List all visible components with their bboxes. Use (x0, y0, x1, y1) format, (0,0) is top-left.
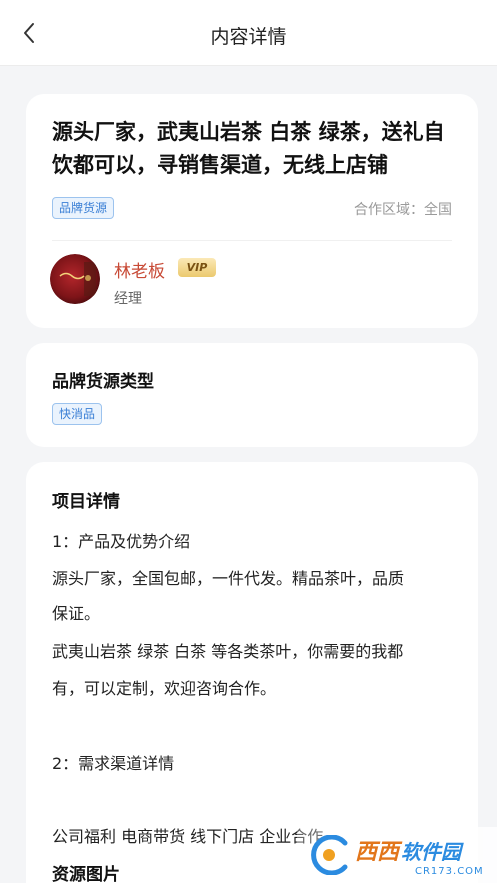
avatar[interactable] (50, 254, 100, 304)
publisher-name[interactable]: 林老板 (114, 257, 165, 282)
project-details-title: 项目详情 (52, 492, 120, 512)
watermark-url: CR173.COM (415, 865, 484, 877)
category-tag: 品牌货源 (52, 197, 115, 219)
brand-type-title: 品牌货源类型 (52, 372, 154, 392)
details-line: 武夷山岩茶 绿茶 白茶 等各类茶叶，你需要的我都 (52, 642, 404, 661)
top-nav-bar: 内容详情 (0, 0, 497, 66)
details-line: 1：产品及优势介绍 (52, 532, 191, 551)
page-title: 内容详情 (210, 26, 287, 48)
details-line: 2：需求渠道详情 (52, 754, 175, 773)
cooperation-region: 合作区域：全国 (354, 202, 452, 218)
brand-type-card: 品牌货源类型 快消品 (26, 343, 478, 447)
vip-badge: VIP (178, 258, 216, 277)
resource-images-title: 资源图片 (52, 865, 120, 883)
site-watermark: 西西 软件园 CR173.COM (297, 827, 497, 883)
divider (52, 240, 452, 241)
details-line: 保证。 (52, 604, 101, 623)
details-line: 源头厂家，全国包邮，一件代发。精品茶叶，品质 (52, 569, 405, 588)
watermark-suffix: 软件园 (401, 839, 462, 864)
listing-headline: 源头厂家，武夷山岩茶 白茶 绿茶，送礼自饮都可以，寻销售渠道，无线上店铺 (52, 120, 445, 177)
publisher-role: 经理 (114, 291, 142, 307)
project-details-card: 项目详情 1：产品及优势介绍 源头厂家，全国包邮，一件代发。精品茶叶，品质 保证… (26, 462, 478, 883)
details-line: 有，可以定制，欢迎咨询合作。 (52, 679, 277, 698)
brand-type-tag: 快消品 (52, 403, 103, 425)
watermark-brand: 西西 (355, 839, 400, 865)
listing-summary-card: 源头厂家，武夷山岩茶 白茶 绿茶，送礼自饮都可以，寻销售渠道，无线上店铺 品牌货… (26, 94, 478, 328)
watermark-logo-icon (311, 835, 348, 875)
